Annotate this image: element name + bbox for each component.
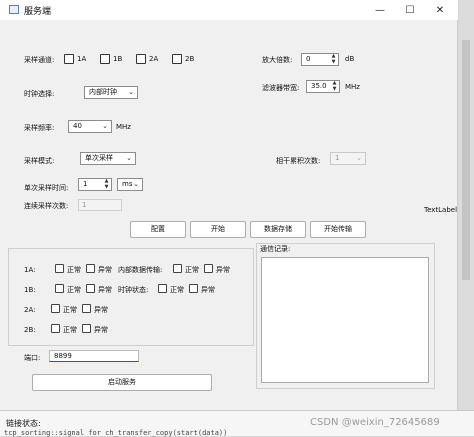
status-2a-normal-label: 正常	[63, 306, 77, 314]
channel-2b-label: 2B	[185, 55, 195, 63]
continuous-label: 连续采样次数:	[24, 202, 69, 210]
gain-label: 放大倍数:	[262, 56, 293, 64]
chevron-down-icon: ⌄	[133, 180, 139, 188]
channel-2a-label: 2A	[149, 55, 159, 63]
comm-log-textarea[interactable]	[261, 257, 429, 383]
status-group	[8, 248, 254, 346]
chevron-down-icon: ⌄	[356, 154, 362, 162]
single-time-unit-select[interactable]: ms ⌄	[117, 178, 143, 191]
filter-label: 滤波器带宽:	[262, 84, 300, 92]
clock-status-label: 时钟状态:	[118, 286, 149, 294]
status-2b-normal-checkbox[interactable]	[51, 324, 60, 333]
sample-rate-label: 采样频率:	[24, 124, 55, 132]
status-2b-label: 2B:	[24, 326, 36, 334]
window-title: 服务端	[24, 7, 52, 17]
chevron-down-icon: ⌄	[128, 88, 134, 96]
maximize-icon: ☐	[405, 4, 415, 16]
chevron-down-icon: ⌄	[126, 154, 132, 162]
gain-value: 0	[306, 55, 311, 63]
minimize-button[interactable]: —	[366, 1, 394, 19]
single-time-label: 单次采样时间:	[24, 184, 69, 192]
clock-status-normal-checkbox[interactable]	[158, 284, 167, 293]
sample-rate-value: 40	[73, 122, 82, 130]
single-time-spinbox[interactable]: 1 ▲ ▼	[78, 178, 112, 191]
filter-spinbox[interactable]: 35.0 ▲ ▼	[306, 80, 340, 93]
app-icon	[9, 5, 19, 14]
port-value: 8899	[54, 352, 72, 360]
link-status-label: 链接状态:	[6, 419, 41, 428]
clock-status-abnormal-label: 异常	[201, 286, 215, 294]
comm-log-label: 通信记录:	[260, 245, 291, 253]
status-1a-abnormal-label: 异常	[98, 266, 112, 274]
status-1a-normal-checkbox[interactable]	[55, 264, 64, 273]
status-1a-normal-label: 正常	[67, 266, 81, 274]
clock-label: 时钟选择:	[24, 90, 55, 98]
coherent-value: 1	[335, 154, 340, 162]
internal-transfer-label: 内部数据传输:	[118, 266, 163, 274]
sample-rate-select[interactable]: 40 ⌄	[68, 120, 112, 133]
channel-label: 采样通道:	[24, 56, 55, 64]
channel-1a-label: 1A	[77, 55, 87, 63]
status-1b-normal-label: 正常	[67, 286, 81, 294]
channel-2a-checkbox[interactable]	[136, 54, 146, 64]
gain-stepper[interactable]: ▲ ▼	[330, 54, 337, 65]
continuous-value: 1	[82, 201, 87, 209]
data-save-button[interactable]: 数据存储	[250, 221, 306, 238]
scrollbar-thumb[interactable]	[462, 40, 470, 280]
status-2a-normal-checkbox[interactable]	[51, 304, 60, 313]
csdn-watermark: CSDN @weixin_72645689	[310, 417, 440, 428]
channel-1b-checkbox[interactable]	[100, 54, 110, 64]
continuous-count-field[interactable]: 1	[78, 199, 122, 211]
coherent-label: 相干累积次数:	[276, 157, 321, 165]
channel-2b-checkbox[interactable]	[172, 54, 182, 64]
clock-status-abnormal-checkbox[interactable]	[189, 284, 198, 293]
status-1a-abnormal-checkbox[interactable]	[86, 264, 95, 273]
status-2a-label: 2A:	[24, 306, 36, 314]
start-transfer-button[interactable]: 开始传输	[310, 221, 366, 238]
sample-rate-unit: MHz	[116, 123, 131, 131]
port-label: 端口:	[24, 354, 41, 362]
filter-value: 35.0	[311, 82, 327, 90]
internal-transfer-normal-label: 正常	[185, 266, 199, 274]
start-button[interactable]: 开始	[190, 221, 246, 238]
status-1b-abnormal-label: 异常	[98, 286, 112, 294]
status-2a-abnormal-label: 异常	[94, 306, 108, 314]
port-input[interactable]: 8899	[49, 350, 139, 362]
internal-transfer-normal-checkbox[interactable]	[173, 264, 182, 273]
status-1b-normal-checkbox[interactable]	[55, 284, 64, 293]
status-2b-abnormal-label: 异常	[94, 326, 108, 334]
gain-spinbox[interactable]: 0 ▲ ▼	[301, 53, 339, 66]
chevron-down-icon: ⌄	[102, 122, 108, 130]
sample-mode-value: 单次采样	[85, 154, 113, 162]
coherent-select[interactable]: 1 ⌄	[330, 152, 366, 165]
internal-transfer-abnormal-checkbox[interactable]	[204, 264, 213, 273]
status-2a-abnormal-checkbox[interactable]	[82, 304, 91, 313]
status-1b-label: 1B:	[24, 286, 36, 294]
filter-stepper[interactable]: ▲ ▼	[331, 81, 338, 92]
text-label: TextLabel	[424, 206, 458, 214]
sample-mode-label: 采样模式:	[24, 157, 55, 165]
status-2b-normal-label: 正常	[63, 326, 77, 334]
clock-value: 内部时钟	[89, 88, 117, 96]
clock-status-normal-label: 正常	[170, 286, 184, 294]
close-button[interactable]: ✕	[426, 1, 454, 19]
channel-1a-checkbox[interactable]	[64, 54, 74, 64]
status-1b-abnormal-checkbox[interactable]	[86, 284, 95, 293]
sample-mode-select[interactable]: 单次采样 ⌄	[80, 152, 136, 165]
start-service-button[interactable]: 启动服务	[32, 374, 212, 391]
clock-select[interactable]: 内部时钟 ⌄	[84, 86, 138, 99]
status-2b-abnormal-checkbox[interactable]	[82, 324, 91, 333]
gain-unit: dB	[345, 55, 355, 63]
maximize-button[interactable]: ☐	[396, 1, 424, 19]
filter-unit: MHz	[345, 83, 360, 91]
minimize-icon: —	[375, 4, 385, 16]
internal-transfer-abnormal-label: 异常	[216, 266, 230, 274]
single-time-value: 1	[83, 180, 88, 188]
single-time-unit: ms	[122, 180, 133, 188]
channel-1b-label: 1B	[113, 55, 123, 63]
single-time-stepper[interactable]: ▲ ▼	[103, 179, 110, 190]
config-button[interactable]: 配置	[130, 221, 186, 238]
close-icon: ✕	[435, 4, 445, 16]
status-1a-label: 1A:	[24, 266, 36, 274]
